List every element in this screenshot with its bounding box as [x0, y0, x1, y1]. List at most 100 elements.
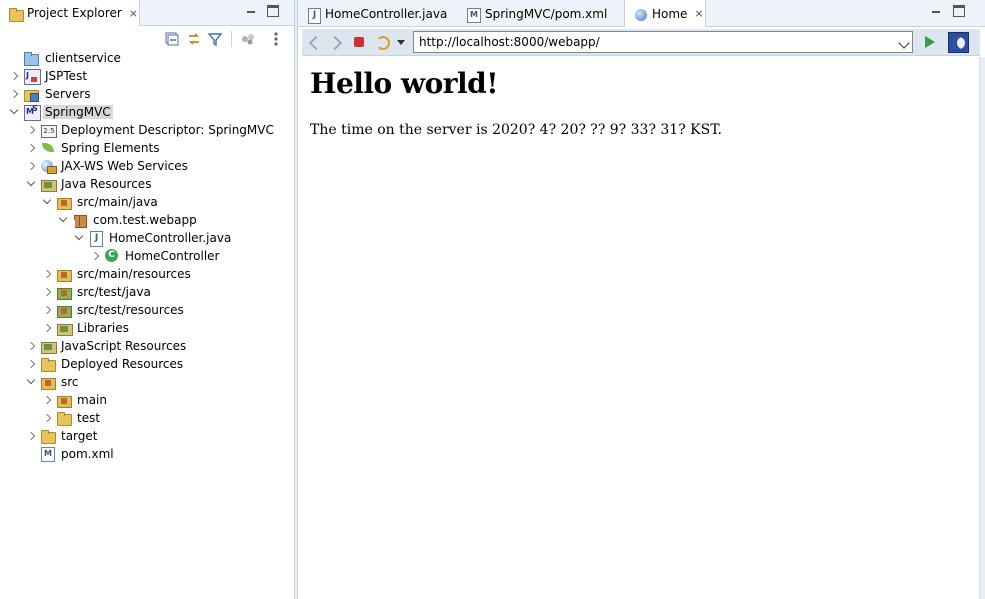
- tree-item-label: src/main/java: [77, 195, 158, 209]
- test-source-folder-icon: [56, 302, 72, 318]
- chevron-right-icon[interactable]: [8, 88, 20, 100]
- globe-icon: [633, 7, 647, 21]
- tree-item-label: Java Resources: [61, 177, 152, 191]
- chevron-right-icon[interactable]: [89, 250, 101, 262]
- libraries-icon: [56, 320, 73, 336]
- chevron-right-icon[interactable]: [25, 340, 37, 352]
- tree-item-label: src: [61, 375, 79, 389]
- chevron-right-icon[interactable]: [25, 358, 37, 370]
- tree-item-label: Libraries: [77, 321, 129, 335]
- tree-item-label: src/main/resources: [77, 267, 191, 281]
- deployment-descriptor-icon: [40, 122, 57, 138]
- chevron-right-icon[interactable]: [41, 322, 53, 334]
- web-page-content: Hello world! The time on the server is 2…: [298, 57, 978, 599]
- tree-item-pom-xml[interactable]: pom.xml: [0, 445, 294, 463]
- tree-item-main[interactable]: main: [0, 391, 294, 409]
- tree-item-servers[interactable]: Servers: [0, 85, 294, 103]
- chevron-right-icon[interactable]: [41, 268, 53, 280]
- url-input[interactable]: [419, 35, 889, 49]
- refresh-icon[interactable]: [374, 34, 390, 50]
- servers-folder-icon: [23, 86, 39, 102]
- chevron-right-icon[interactable]: [41, 394, 53, 406]
- tree-item-src[interactable]: src: [0, 373, 294, 391]
- tree-item-label: Spring Elements: [61, 141, 160, 155]
- maximize-icon[interactable]: [953, 5, 965, 17]
- tab-home[interactable]: Home ⨯: [624, 0, 706, 27]
- folder-icon: [40, 374, 56, 390]
- minimize-icon[interactable]: [245, 5, 257, 17]
- source-folder-icon: [56, 266, 72, 282]
- chevron-right-icon[interactable]: [8, 70, 20, 82]
- chevron-right-icon[interactable]: [25, 160, 37, 172]
- tab-label: Home: [652, 6, 688, 21]
- tree-item-clientservice[interactable]: clientservice: [0, 49, 294, 67]
- web-services-icon: [40, 158, 57, 174]
- chevron-down-icon[interactable]: [73, 232, 85, 244]
- chevron-down-icon[interactable]: [25, 178, 37, 190]
- collapse-all-icon[interactable]: [164, 31, 180, 47]
- tree-item-label: SpringMVC: [43, 105, 113, 119]
- tree-item-label: com.test.webapp: [93, 213, 197, 227]
- tree-item-label: Deployed Resources: [61, 357, 184, 371]
- tree-item-label: test: [77, 411, 101, 425]
- tree-item-test[interactable]: test: [0, 409, 294, 427]
- chevron-right-icon[interactable]: [41, 286, 53, 298]
- chevron-down-icon[interactable]: [394, 34, 410, 50]
- chevron-down-icon[interactable]: [41, 196, 53, 208]
- focus-icon[interactable]: [240, 31, 256, 47]
- tree-item-src-test-resources[interactable]: src/test/resources: [0, 301, 294, 319]
- chevron-down-icon[interactable]: [57, 214, 69, 226]
- chevron-down-icon[interactable]: [8, 106, 20, 118]
- browser-toolbar: [302, 29, 980, 56]
- tree-item-src-main-java[interactable]: src/main/java: [0, 193, 294, 211]
- tab-pom-xml[interactable]: SpringMVC/pom.xml: [458, 0, 624, 27]
- project-explorer-icon: [8, 6, 24, 22]
- tree-item-springmvc[interactable]: SpringMVC: [0, 103, 294, 121]
- tree-item-jsptest[interactable]: JSPTest: [0, 67, 294, 85]
- tab-project-explorer[interactable]: Project Explorer ⨯: [0, 0, 140, 26]
- chevron-right-icon[interactable]: [41, 304, 53, 316]
- chevron-down-icon[interactable]: [25, 376, 37, 388]
- go-icon[interactable]: [921, 34, 937, 50]
- view-menu-icon[interactable]: [268, 31, 284, 47]
- tree-item-jax-ws[interactable]: JAX-WS Web Services: [0, 157, 294, 175]
- tree-item-deployed-resources[interactable]: Deployed Resources: [0, 355, 294, 373]
- chevron-right-icon[interactable]: [25, 124, 37, 136]
- javascript-resources-icon: [40, 338, 57, 354]
- back-icon[interactable]: [306, 34, 322, 50]
- chevron-right-icon[interactable]: [41, 412, 53, 424]
- tree-item-src-test-java[interactable]: src/test/java: [0, 283, 294, 301]
- eclipse-icon[interactable]: [948, 32, 969, 53]
- filter-icon[interactable]: [207, 31, 223, 47]
- link-with-editor-icon[interactable]: [186, 31, 202, 47]
- tree-item-package[interactable]: com.test.webapp: [0, 211, 294, 229]
- tree-item-libraries[interactable]: Libraries: [0, 319, 294, 337]
- source-folder-icon: [56, 194, 72, 210]
- url-history-dropdown-icon[interactable]: [898, 37, 910, 49]
- forward-icon[interactable]: [328, 34, 344, 50]
- tree-item-label: JAX-WS Web Services: [61, 159, 188, 173]
- close-icon[interactable]: ⨯: [693, 7, 704, 20]
- close-icon[interactable]: ⨯: [128, 7, 139, 20]
- chevron-right-icon[interactable]: [25, 430, 37, 442]
- tree-item-homecontroller-class[interactable]: HomeController: [0, 247, 294, 265]
- minimize-icon[interactable]: [930, 5, 942, 17]
- tree-item-target[interactable]: target: [0, 427, 294, 445]
- tree-item-label: HomeController.java: [109, 231, 232, 245]
- server-time-text: The time on the server is 2020? 4? 20? ?…: [310, 122, 722, 138]
- tree-item-label: pom.xml: [61, 447, 114, 461]
- url-bar[interactable]: [413, 31, 913, 53]
- tree-item-src-main-resources[interactable]: src/main/resources: [0, 265, 294, 283]
- tree-item-homecontroller-java[interactable]: HomeController.java: [0, 229, 294, 247]
- scrollbar[interactable]: [979, 57, 985, 599]
- tree-item-spring-elements[interactable]: Spring Elements: [0, 139, 294, 157]
- tree-item-java-resources[interactable]: Java Resources: [0, 175, 294, 193]
- maximize-icon[interactable]: [267, 5, 279, 17]
- tree-item-deployment-descriptor[interactable]: Deployment Descriptor: SpringMVC: [0, 121, 294, 139]
- deployed-resources-icon: [40, 356, 56, 372]
- stop-icon[interactable]: [351, 34, 367, 50]
- tab-homecontroller-java[interactable]: HomeController.java: [298, 0, 458, 27]
- tree-item-label: JavaScript Resources: [61, 339, 187, 353]
- tree-item-javascript-resources[interactable]: JavaScript Resources: [0, 337, 294, 355]
- chevron-right-icon[interactable]: [25, 142, 37, 154]
